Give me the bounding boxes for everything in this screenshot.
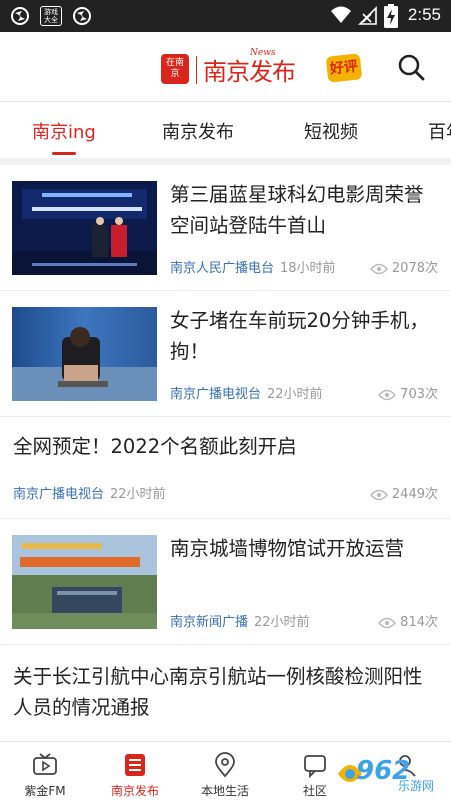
article-source[interactable]: 南京新闻广播 [170, 615, 248, 630]
app-logo: 南京发布 [203, 58, 296, 86]
tab-nanjing-fabu[interactable]: 南京发布 [162, 118, 234, 144]
tab-short-video[interactable]: 短视频 [304, 118, 358, 144]
news-item[interactable]: 女子堵在车前玩20分钟手机，拘！ 南京广播电视台 22小时前 703次 [0, 291, 451, 417]
tabs-divider [0, 158, 451, 165]
article-source[interactable]: 南京广播电视台 [170, 387, 261, 402]
community-icon [304, 755, 326, 778]
article-time: 22小时前 [110, 487, 166, 502]
list-icon [125, 754, 145, 776]
article-title[interactable]: 全网预定！2022个名额此刻开启 [13, 431, 438, 462]
article-title[interactable]: 南京城墙博物馆试开放运营 [170, 533, 438, 564]
news-item[interactable]: 全网预定！2022个名额此刻开启 南京广播电视台 22小时前 2449次 [0, 417, 451, 519]
tv-icon [33, 753, 57, 775]
article-time: 22小时前 [267, 387, 323, 402]
article-meta: 南京人民广播电台 18小时前 [170, 257, 336, 276]
article-title[interactable]: 女子堵在车前玩20分钟手机，拘！ [170, 305, 438, 367]
eye-icon [369, 489, 388, 500]
news-item[interactable]: 第三届蓝星球科幻电影周荣誉空间站登陆牛首山 南京人民广播电台 18小时前 2078… [0, 165, 451, 291]
article-views: 814次 [378, 611, 438, 630]
article-meta: 南京广播电视台 22小时前 [13, 483, 166, 502]
article-meta: 南京新闻广播 22小时前 [170, 611, 310, 630]
status-time: 2:55 [407, 5, 441, 24]
eye-icon [378, 389, 397, 400]
article-source[interactable]: 南京广播电视台 [13, 487, 104, 502]
view-count: 703次 [400, 387, 438, 402]
article-thumbnail [12, 181, 157, 275]
active-tab-indicator [52, 152, 76, 155]
news-item[interactable]: 关于长江引航中心南京引航站一例核酸检测阳性人员的情况通报 [0, 645, 451, 741]
nav-item-nanjing-fabu[interactable]: 南京发布 [90, 742, 180, 803]
location-pin-icon [215, 752, 235, 778]
watermark-subtext: 乐游网 [398, 779, 435, 793]
article-views: 2078次 [369, 257, 438, 276]
app-header: 在南京 南京发布 News 好评 [0, 32, 451, 102]
channel-tabs: 南京ing 南京发布 短视频 百年 [0, 102, 451, 158]
no-signal-icon [358, 6, 377, 25]
nav-item-local-life[interactable]: 本地生活 [180, 742, 270, 803]
tab-centennial[interactable]: 百年 [428, 118, 451, 144]
search-icon[interactable] [396, 52, 426, 82]
battery-charging-icon [384, 4, 398, 28]
news-item[interactable]: 南京城墙博物馆试开放运营 南京新闻广播 22小时前 814次 [0, 519, 451, 645]
article-source[interactable]: 南京人民广播电台 [170, 261, 274, 276]
article-title[interactable]: 第三届蓝星球科幻电影周荣誉空间站登陆牛首山 [170, 179, 438, 241]
nav-label: 紫金FM [24, 784, 66, 798]
app-icon [11, 7, 29, 25]
nav-item-zijin-fm[interactable]: 紫金FM [0, 742, 90, 803]
article-thumbnail [12, 307, 157, 401]
promo-badge-text: 好评 [329, 58, 359, 78]
eye-icon [369, 263, 388, 274]
article-title[interactable]: 关于长江引航中心南京引航站一例核酸检测阳性人员的情况通报 [13, 661, 441, 723]
logo-divider [196, 56, 197, 84]
article-meta: 南京广播电视台 22小时前 [170, 383, 323, 402]
article-time: 22小时前 [254, 615, 310, 630]
view-count: 2078次 [391, 261, 438, 276]
logo-badge-text: 在南京 [165, 58, 184, 79]
article-views: 2449次 [369, 483, 438, 502]
logo-badge: 在南京 [161, 54, 189, 84]
nav-label: 南京发布 [110, 784, 159, 798]
article-time: 18小时前 [280, 261, 336, 276]
game-icon-text: 游戏大全 [44, 8, 58, 24]
game-icon: 游戏大全 [40, 6, 62, 26]
nav-label: 本地生活 [200, 784, 249, 798]
status-bar: 游戏大全 2:55 [0, 0, 451, 32]
eye-icon [378, 617, 397, 628]
logo-news-label: News [250, 48, 276, 58]
article-thumbnail [12, 535, 157, 629]
tab-nanjing-ing[interactable]: 南京ing [32, 118, 96, 144]
view-count: 2449次 [391, 487, 438, 502]
promo-badge[interactable]: 好评 [325, 53, 363, 83]
view-count: 814次 [400, 615, 438, 630]
app-icon [73, 7, 91, 25]
article-views: 703次 [378, 383, 438, 402]
wifi-icon [331, 6, 351, 23]
